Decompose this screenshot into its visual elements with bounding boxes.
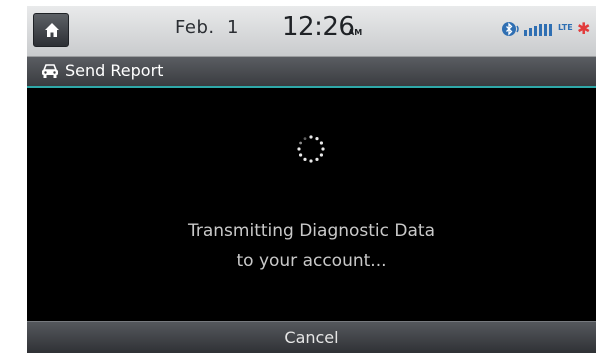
car-icon [42, 64, 58, 78]
status-date: Feb. 1 [175, 17, 239, 38]
bluetooth-icon [502, 22, 519, 36]
status-message: Transmitting Diagnostic Data to your acc… [27, 216, 596, 276]
page-title: Send Report [65, 61, 164, 80]
status-bar: Feb. 1 12:26 AM LTE ✱ [27, 6, 596, 57]
network-label: LTE [558, 23, 573, 32]
home-button[interactable] [33, 13, 69, 47]
alert-icon: ✱ [577, 19, 591, 38]
status-time: 12:26 [282, 12, 355, 42]
cancel-button[interactable]: Cancel [27, 321, 596, 353]
message-line-1: Transmitting Diagnostic Data [187, 221, 435, 241]
message-line-2: to your account... [236, 251, 387, 271]
status-ampm: AM [348, 28, 363, 37]
head-unit-screen: Feb. 1 12:26 AM LTE ✱ Send Report Transm… [27, 6, 596, 353]
signal-icon [524, 24, 552, 36]
title-bar: Send Report [27, 57, 596, 88]
loading-spinner-icon [297, 135, 325, 163]
home-icon [45, 23, 59, 37]
